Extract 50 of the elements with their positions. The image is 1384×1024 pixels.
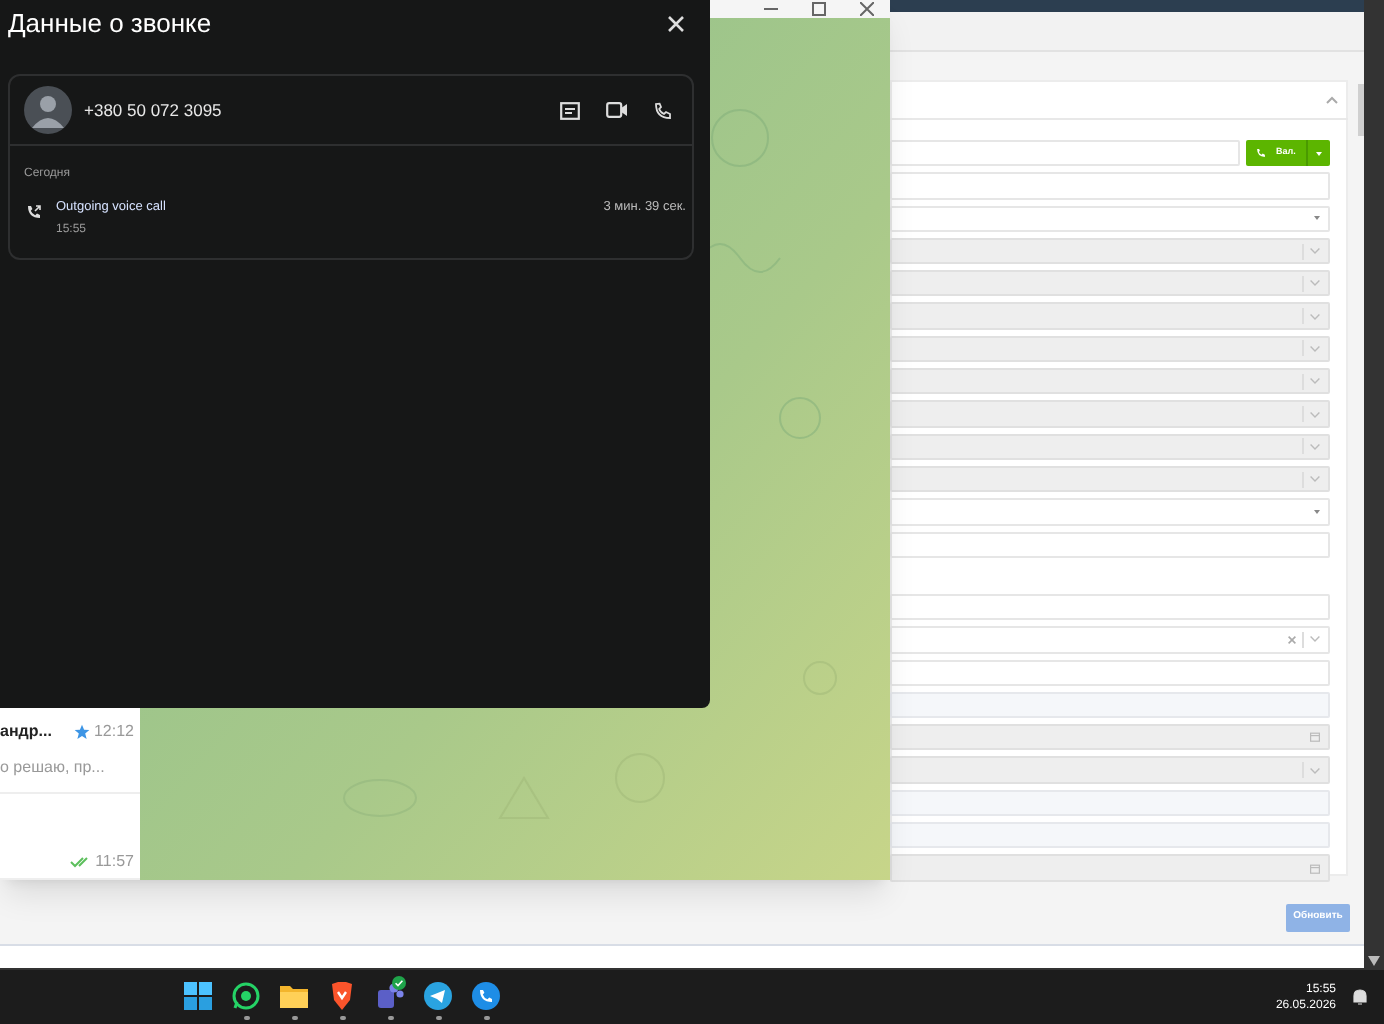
dialog-title: Данные о звонке: [8, 5, 212, 42]
input-field[interactable]: [890, 594, 1330, 621]
paper-plane-icon[interactable]: [424, 980, 452, 1010]
outgoing-call-icon: [26, 204, 42, 220]
caret-down-icon: [1314, 216, 1320, 221]
caret-down-icon: [1314, 509, 1320, 514]
chat-time: 12:12: [93, 720, 134, 744]
chevron-down-icon: [1310, 443, 1320, 450]
chat-time: 11:57: [95, 850, 134, 874]
phone-number: +380 50 072 3095: [84, 97, 222, 123]
calendar-icon: [1310, 863, 1320, 874]
select-field[interactable]: [890, 205, 1330, 232]
input-field[interactable]: [890, 659, 1330, 686]
maximize-icon[interactable]: [812, 2, 826, 16]
caret-down-icon: [1316, 151, 1322, 156]
clear-icon[interactable]: [1288, 635, 1296, 644]
phone-icon[interactable]: [472, 980, 500, 1010]
input-field[interactable]: [890, 172, 1330, 200]
input-field[interactable]: [890, 140, 1240, 167]
chat-preview: о решаю, пр...: [0, 756, 105, 780]
video-icon[interactable]: [606, 102, 628, 118]
chat-name: андр...: [0, 720, 52, 744]
chevron-down-icon: [1310, 313, 1320, 320]
status-check-icon: [392, 976, 406, 990]
chevron-down-icon: [1310, 280, 1320, 287]
select-field[interactable]: [890, 626, 1330, 654]
chevron-down-icon: [1310, 767, 1320, 774]
select-field[interactable]: [890, 498, 1330, 526]
notification-bell-icon[interactable]: [1352, 988, 1368, 1006]
chevron-down-icon: [1310, 248, 1320, 255]
input-field[interactable]: [890, 691, 1330, 719]
folder-icon[interactable]: [280, 980, 308, 1010]
chevron-down-icon: [1310, 345, 1320, 352]
chevron-down-icon: [1310, 476, 1320, 483]
phone-icon[interactable]: [654, 101, 672, 119]
input-field[interactable]: [890, 531, 1330, 558]
start-icon[interactable]: [184, 980, 212, 1010]
chevron-down-icon: [1310, 378, 1320, 385]
minimize-icon[interactable]: [764, 8, 778, 10]
chevron-up-icon[interactable]: [1326, 95, 1338, 103]
message-icon[interactable]: [560, 101, 580, 119]
input-field[interactable]: [890, 789, 1330, 817]
input-field[interactable]: [890, 822, 1330, 849]
phone-icon: [1256, 148, 1266, 159]
chevron-down-icon: [1310, 636, 1320, 643]
chevron-down-icon: [1310, 411, 1320, 418]
chat-bubble-icon[interactable]: [232, 980, 260, 1010]
calendar-icon: [1310, 732, 1320, 743]
avatar: [24, 86, 72, 134]
scrollbar-thumb[interactable]: [1358, 84, 1364, 136]
